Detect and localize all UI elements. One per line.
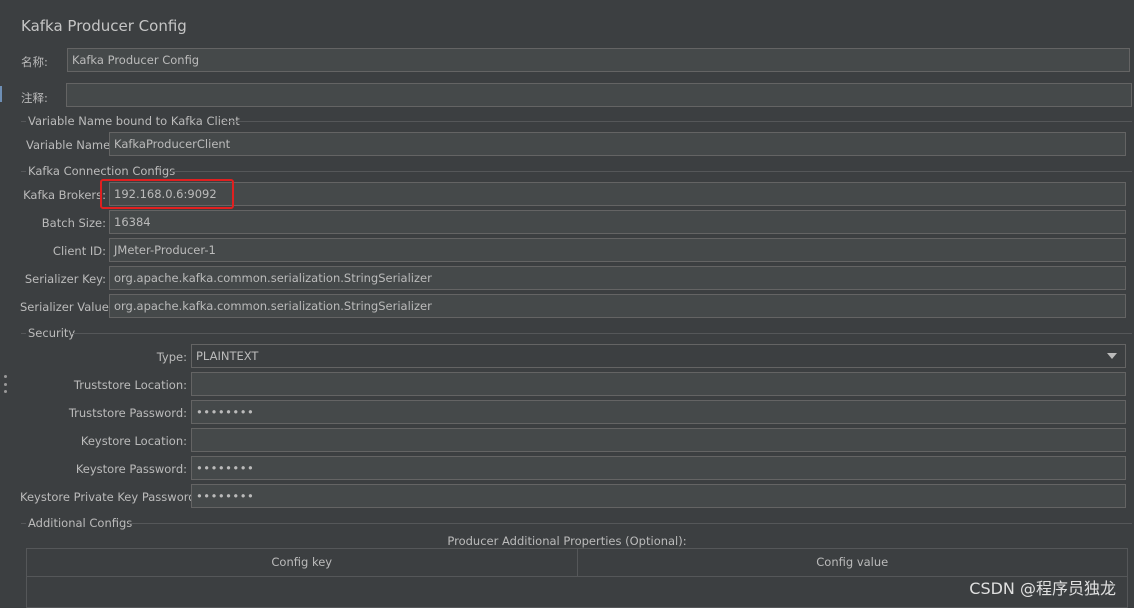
section-border xyxy=(21,171,26,172)
section-border xyxy=(168,171,1132,172)
variable-section-title: Variable Name bound to Kafka Client xyxy=(28,114,240,128)
variable-name-label: Variable Name: xyxy=(26,138,115,152)
left-edge-marker xyxy=(0,86,2,102)
column-header-config-value[interactable]: Config value xyxy=(576,549,1128,576)
truststore-password-label: Truststore Password: xyxy=(68,406,187,420)
serializer-key-field[interactable]: org.apache.kafka.common.serialization.St… xyxy=(109,266,1126,290)
section-border xyxy=(72,333,1132,334)
splitter-dot xyxy=(3,382,7,386)
highlight-box xyxy=(100,179,234,209)
section-border xyxy=(21,121,26,122)
keystore-password-label: Keystore Password: xyxy=(75,462,187,476)
truststore-location-field[interactable] xyxy=(191,372,1126,396)
section-border xyxy=(21,523,26,524)
watermark: CSDN @程序员独龙 xyxy=(969,579,1116,598)
security-type-value: PLAINTEXT xyxy=(196,349,259,363)
keystore-location-label: Keystore Location: xyxy=(80,434,187,448)
connection-section-title: Kafka Connection Configs xyxy=(28,164,176,178)
key-password-label: Keystore Private Key Password: xyxy=(20,490,200,504)
table-header: Config key Config value xyxy=(27,549,1127,577)
splitter-handle[interactable] xyxy=(3,375,7,393)
comment-field[interactable] xyxy=(66,83,1132,107)
truststore-password-field[interactable]: •••••••• xyxy=(191,400,1126,424)
column-header-config-key[interactable]: Config key xyxy=(27,549,577,576)
client-id-field[interactable]: JMeter-Producer-1 xyxy=(109,238,1126,262)
kafka-brokers-field[interactable]: 192.168.0.6:9092 xyxy=(109,182,1126,206)
serializer-value-field[interactable]: org.apache.kafka.common.serialization.St… xyxy=(109,294,1126,318)
batch-size-label: Batch Size: xyxy=(41,216,106,230)
batch-size-field[interactable]: 16384 xyxy=(109,210,1126,234)
serializer-value-label: Serializer Value: xyxy=(20,300,113,314)
variable-name-field[interactable]: KafkaProducerClient xyxy=(109,132,1126,156)
kafka-brokers-label: Kafka Brokers: xyxy=(23,188,106,202)
page-title: Kafka Producer Config xyxy=(21,17,187,35)
additional-section-title: Additional Configs xyxy=(28,516,133,530)
keystore-location-field[interactable] xyxy=(191,428,1126,452)
chevron-down-icon[interactable] xyxy=(1107,353,1117,359)
section-border xyxy=(21,333,26,334)
properties-table[interactable]: Config key Config value xyxy=(26,548,1128,608)
key-password-field[interactable]: •••••••• xyxy=(191,484,1126,508)
splitter-dot xyxy=(3,390,7,393)
truststore-location-label: Truststore Location: xyxy=(73,378,187,392)
security-section-title: Security xyxy=(28,326,76,340)
keystore-password-field[interactable]: •••••••• xyxy=(191,456,1126,480)
table-title: Producer Additional Properties (Optional… xyxy=(447,534,687,548)
splitter-dot xyxy=(3,375,7,378)
name-field[interactable]: Kafka Producer Config xyxy=(67,48,1130,72)
section-border xyxy=(225,121,1132,122)
security-type-label: Type: xyxy=(156,350,187,364)
client-id-label: Client ID: xyxy=(52,244,106,258)
comment-label: 注释: xyxy=(21,91,48,105)
name-label: 名称: xyxy=(21,55,48,69)
serializer-key-label: Serializer Key: xyxy=(24,272,106,286)
section-border xyxy=(129,523,1132,524)
security-type-select[interactable]: PLAINTEXT xyxy=(191,344,1126,368)
